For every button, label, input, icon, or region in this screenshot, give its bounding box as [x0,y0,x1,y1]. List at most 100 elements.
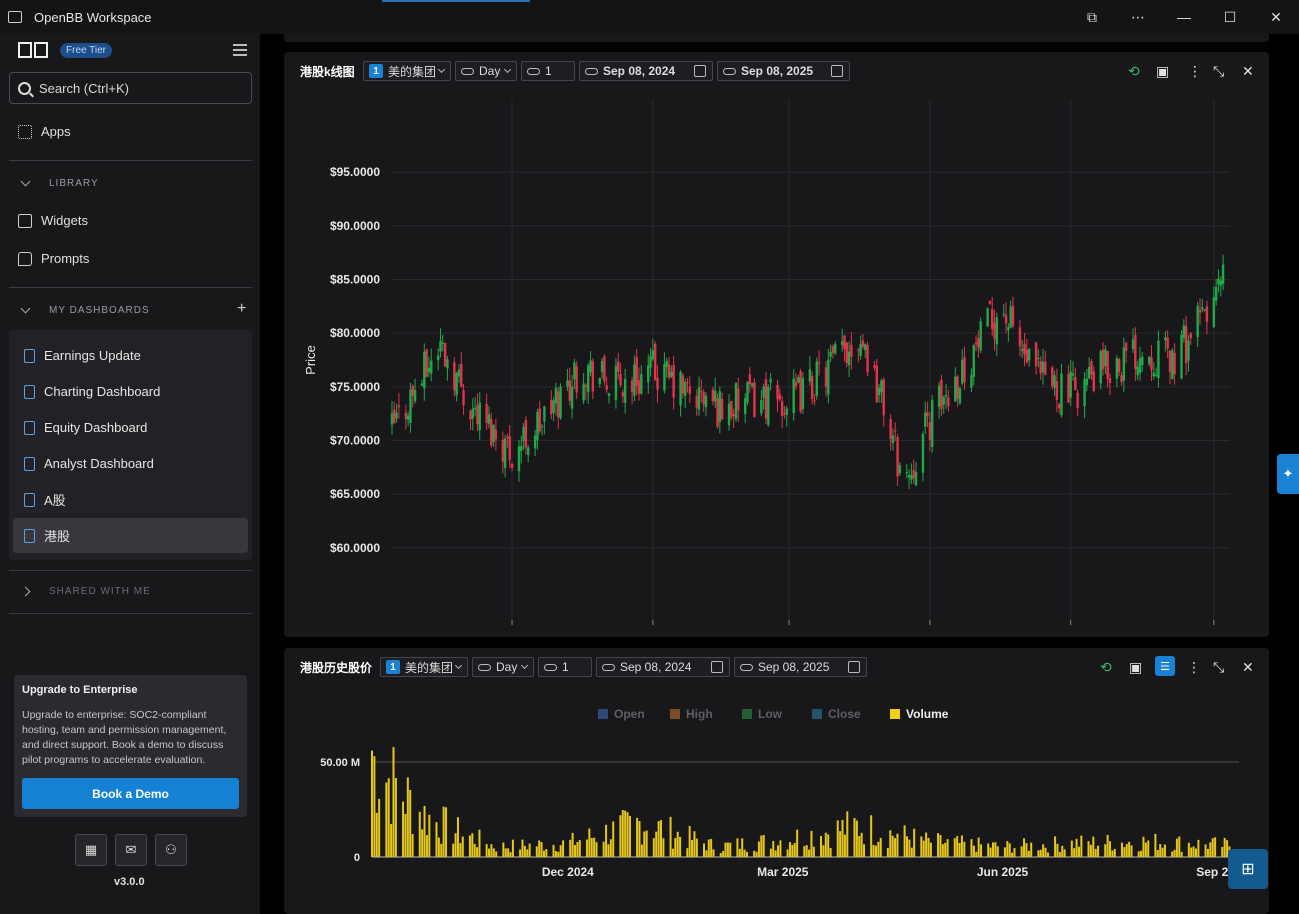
maximize-button[interactable]: ☐ [1207,0,1253,34]
candle-body [797,377,800,383]
section-my-dashboards[interactable]: MY DASHBOARDS [20,303,150,316]
candle-body [776,384,779,400]
volume-bar [578,840,581,857]
more-icon[interactable]: ⋯ [1115,0,1161,34]
candle-body [991,309,994,330]
nav-prompts[interactable]: Prompts [18,251,89,266]
candle-body [552,400,555,413]
dashboard-item[interactable]: Equity Dashboard [13,410,248,445]
candle-body [441,342,444,344]
candle-body [559,386,562,419]
dashboard-label: A股 [44,493,66,508]
candle-body [538,408,541,432]
legend-label: Close [828,707,861,721]
volume-bar [853,817,856,857]
add-user-icon[interactable]: ⚇ [155,834,187,866]
volume-bar [977,837,980,857]
volume-bar [908,839,911,857]
candle-body [702,392,705,405]
volume-bar [1070,840,1073,857]
openbb-logo[interactable] [18,42,50,58]
volume-bar [571,832,574,857]
search-placeholder: Search (Ctrl+K) [39,80,129,96]
volume-bar [1140,850,1143,857]
volume-bar [777,845,780,857]
candle-body [462,390,465,406]
titlebar-accent [382,0,530,2]
candle-body [1189,333,1192,339]
volume-bar [504,848,507,857]
candle-body [746,381,749,403]
section-library[interactable]: LIBRARY [20,176,99,189]
volume-bar [669,816,672,857]
volume-bar [488,848,491,857]
collapse-icon[interactable]: ⤡ [1213,659,1224,676]
menu-icon[interactable] [233,44,247,56]
candle-body [533,435,537,449]
dashboard-item[interactable]: A股 [13,482,248,517]
dashboard-item-active[interactable]: 港股 [13,518,248,553]
add-widget-button[interactable]: ⊞ [1228,849,1268,889]
history-icon[interactable]: ⟲ [1100,659,1112,676]
dashboard-item[interactable]: Earnings Update [13,338,248,373]
more-vertical-icon[interactable]: ⋮ [1187,659,1201,676]
candle-body [910,475,913,480]
start-date-input[interactable]: Sep 08, 2024 [596,657,730,677]
ticker-select[interactable]: 1 美的集团 [363,61,451,81]
candle-body [473,407,477,410]
volume-bar [492,848,495,857]
volume-chart[interactable]: Open High Low Close Volume 0 50.00 M Dec 2024 Ma… [284,686,1269,914]
param-input[interactable]: 1 [521,61,575,81]
volume-bar [442,806,445,857]
more-vertical-icon[interactable]: ⋮ [1188,63,1202,80]
volume-bar [1192,846,1195,857]
minimize-button[interactable]: — [1161,0,1207,34]
candle-body [1025,349,1029,363]
interval-select[interactable]: Day [472,657,534,677]
volume-bar [679,836,682,857]
comment-icon[interactable]: ▣ [1156,63,1169,80]
interval-select[interactable]: Day [455,61,517,81]
candle-body [640,374,643,394]
end-date-input[interactable]: Sep 08, 2025 [717,61,850,81]
comment-icon[interactable]: ▣ [1129,659,1142,676]
param-input[interactable]: 1 [538,657,592,677]
close-icon[interactable]: ✕ [1242,659,1254,676]
dashboard-item[interactable]: Charting Dashboard [13,374,248,409]
section-shared[interactable]: SHARED WITH ME [20,586,151,597]
link-icon [527,67,540,75]
search-input[interactable]: Search (Ctrl+K) [9,72,252,104]
volume-bar [1058,852,1061,857]
candle-body [617,361,620,372]
ai-assistant-tab[interactable]: ✦ [1277,454,1299,494]
volume-bar [829,848,832,857]
start-date-input[interactable]: Sep 08, 2024 [579,61,713,81]
nav-widgets[interactable]: Widgets [18,213,88,228]
volume-bar [922,840,925,857]
dashboard-item[interactable]: Analyst Dashboard [13,446,248,481]
history-icon[interactable]: ⟲ [1128,63,1140,80]
candle-body [956,376,959,399]
book-demo-button[interactable]: Book a Demo [22,778,239,809]
toggle-view-icon[interactable]: ☰ [1155,656,1175,676]
volume-bar [406,777,409,857]
mail-icon[interactable]: ✉ [115,834,147,866]
volume-bar [1013,848,1016,857]
volume-bar [925,832,928,857]
add-dashboard-icon[interactable]: + [237,300,246,318]
candle-body [1168,350,1172,373]
ticker-select[interactable]: 1 美的集团 [380,657,468,677]
collapse-icon[interactable]: ⤡ [1213,63,1224,80]
close-icon[interactable]: ✕ [1242,63,1254,80]
cast-icon[interactable]: ⧉ [1069,0,1115,34]
close-window-button[interactable]: ✕ [1253,0,1299,34]
chevron-down-icon [503,65,512,74]
calendar-icon[interactable]: ▦ [75,834,107,866]
end-date-input[interactable]: Sep 08, 2025 [734,657,867,677]
chat-icon [18,251,32,266]
candlestick-chart[interactable]: $60.0000 $65.0000 $70.0000 $75.0000 $80.0000… [284,90,1269,637]
nav-apps[interactable]: Apps [18,124,71,139]
candle-body [1115,358,1119,379]
param-value: 1 [545,64,552,78]
volume-bar [390,823,393,857]
